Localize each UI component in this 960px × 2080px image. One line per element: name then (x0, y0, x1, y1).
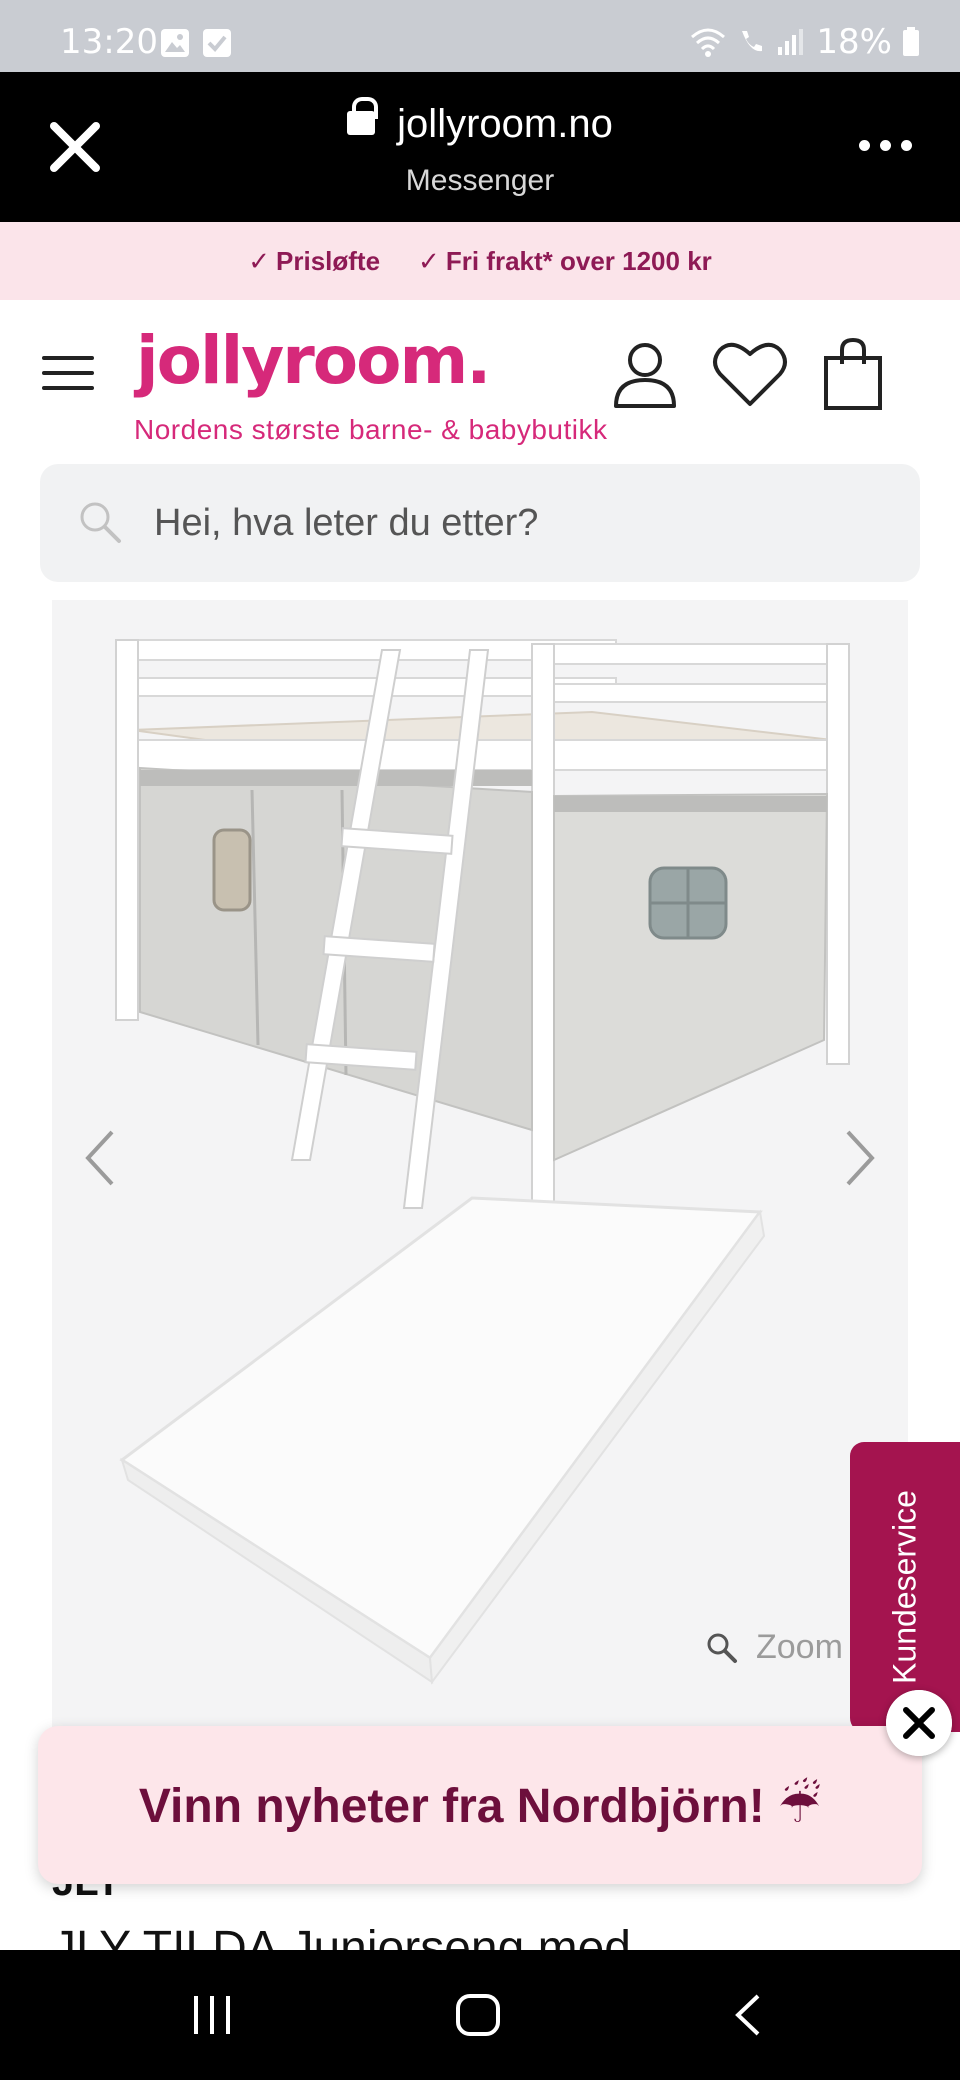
site-logo[interactable]: jollyroom. (136, 322, 491, 399)
zoom-search-icon (707, 1633, 737, 1663)
product-image-gallery[interactable] (52, 600, 908, 1730)
recent-apps-icon[interactable] (190, 1992, 234, 2038)
product-image (115, 639, 850, 1685)
search-icon (80, 502, 121, 543)
promo-strip: ✓ Prisløfte ✓ Fri frakt* over 1200 kr (0, 222, 960, 300)
promo-item-prisloefte[interactable]: ✓ Prisløfte (248, 246, 380, 277)
wifi-icon (691, 28, 726, 57)
browser-bar: jollyroom.no Messenger (0, 72, 960, 222)
battery-icon (903, 27, 919, 56)
browser-subtitle: Messenger (405, 164, 555, 197)
status-time: 13:20 (60, 22, 158, 62)
status-bar: 13:20 18% (0, 0, 960, 72)
lock-icon (347, 97, 379, 135)
battery-percent: 18% (816, 22, 892, 62)
search-placeholder: Hei, hva leter du etter? (154, 502, 539, 544)
home-icon[interactable] (454, 1992, 502, 2038)
image-notification-icon (161, 29, 189, 57)
check-icon: ✓ (418, 245, 440, 276)
signal-icon (778, 29, 804, 55)
gallery-prev-arrow-icon[interactable] (80, 1128, 120, 1188)
check-notification-icon (203, 29, 231, 57)
wifi-calling-icon (742, 31, 763, 52)
kundeservice-label: Kundeservice (886, 1490, 923, 1684)
zoom-label: Zoom (756, 1628, 843, 1666)
promo-item-fri-frakt[interactable]: ✓ Fri frakt* over 1200 kr (418, 246, 712, 277)
url-host[interactable]: jollyroom.no (0, 97, 960, 147)
menu-icon[interactable] (42, 356, 94, 392)
account-icon[interactable] (610, 338, 680, 410)
kundeservice-tab[interactable]: Kundeservice (850, 1442, 960, 1732)
gallery-next-arrow-icon[interactable] (840, 1128, 880, 1188)
wishlist-heart-icon[interactable] (712, 338, 788, 410)
check-icon: ✓ (248, 245, 271, 276)
popup-close-icon[interactable] (886, 1690, 952, 1756)
back-icon[interactable] (732, 1992, 764, 2038)
status-right: 18% (690, 22, 920, 62)
zoom-button[interactable]: Zoom (706, 1628, 843, 1667)
host-text: jollyroom.no (397, 102, 613, 146)
more-icon[interactable] (859, 140, 912, 151)
shopping-bag-icon[interactable] (822, 338, 884, 410)
system-nav-bar (0, 1950, 960, 2080)
product-title: JLY TILDA Juniorseng med (52, 1922, 631, 1950)
promo-popup-banner[interactable]: Vinn nyheter fra Nordbjörn! ☔ (38, 1726, 922, 1884)
site-header: jollyroom. Nordens største barne- & baby… (0, 300, 960, 460)
notification-icons (160, 28, 232, 58)
popup-text: Vinn nyheter fra Nordbjörn! ☔ (138, 1780, 822, 1833)
site-tagline: Nordens største barne- & babybutikk (134, 414, 608, 445)
search-input[interactable]: Hei, hva leter du etter? (40, 464, 920, 582)
